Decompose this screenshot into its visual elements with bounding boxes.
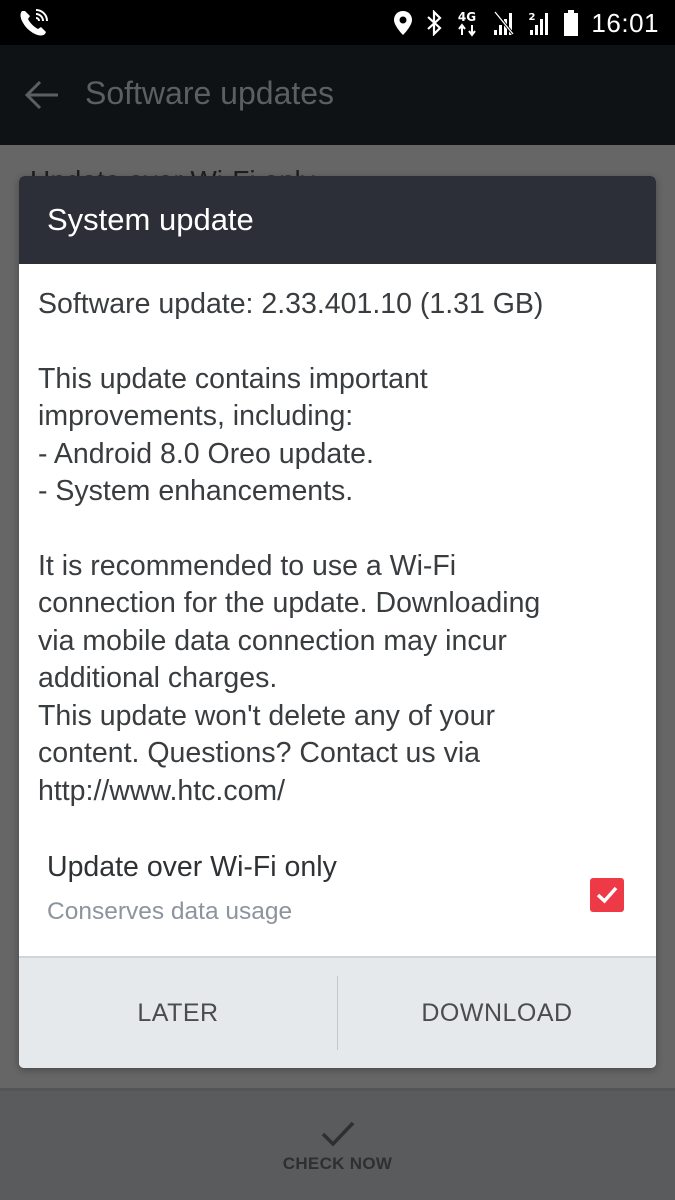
checkmark-icon <box>596 886 618 904</box>
app-bar: Software updates <box>0 45 675 145</box>
status-time: 16:01 <box>591 7 659 38</box>
update-notice: It is recommended to use a Wi-Fi connect… <box>38 549 541 807</box>
back-button[interactable] <box>24 79 60 111</box>
wifi-only-checkbox[interactable] <box>590 878 624 912</box>
dialog-footer: LATER DOWNLOAD <box>19 956 656 1068</box>
location-icon <box>393 10 413 36</box>
check-now-label: CHECK NOW <box>282 1154 393 1173</box>
wifi-only-preference[interactable]: Update over Wi-Fi only Conserves data us… <box>19 846 656 956</box>
preference-title: Update over Wi-Fi only <box>47 851 337 883</box>
wifi-calling-icon <box>18 8 50 38</box>
page-title: Software updates <box>85 75 335 111</box>
later-button[interactable]: LATER <box>19 958 337 1068</box>
arrow-left-icon <box>24 80 58 110</box>
dialog-title: System update <box>47 202 254 237</box>
checkmark-icon <box>321 1121 354 1147</box>
signal-sim2-icon: 2 <box>527 10 551 36</box>
system-update-dialog: System update Software update: 2.33.401.… <box>19 176 656 1068</box>
bottom-bar: CHECK NOW <box>0 1088 675 1200</box>
bluetooth-icon <box>425 10 443 36</box>
status-bar: 4G 2 16:01 <box>0 0 675 45</box>
4g-data-icon: 4G <box>455 9 479 37</box>
svg-text:4G: 4G <box>458 10 476 24</box>
dialog-header: System update <box>19 176 656 264</box>
signal-sim1-icon <box>491 10 515 36</box>
version-line: Software update: 2.33.401.10 (1.31 GB) <box>38 288 544 320</box>
dialog-body: Software update: 2.33.401.10 (1.31 GB) T… <box>19 264 656 810</box>
download-button[interactable]: DOWNLOAD <box>338 958 656 1068</box>
check-now-button[interactable]: CHECK NOW <box>0 1091 675 1200</box>
preference-subtitle: Conserves data usage <box>47 898 293 925</box>
update-description: This update contains important improveme… <box>38 362 428 508</box>
battery-icon <box>563 9 579 37</box>
svg-text:2: 2 <box>529 12 536 23</box>
